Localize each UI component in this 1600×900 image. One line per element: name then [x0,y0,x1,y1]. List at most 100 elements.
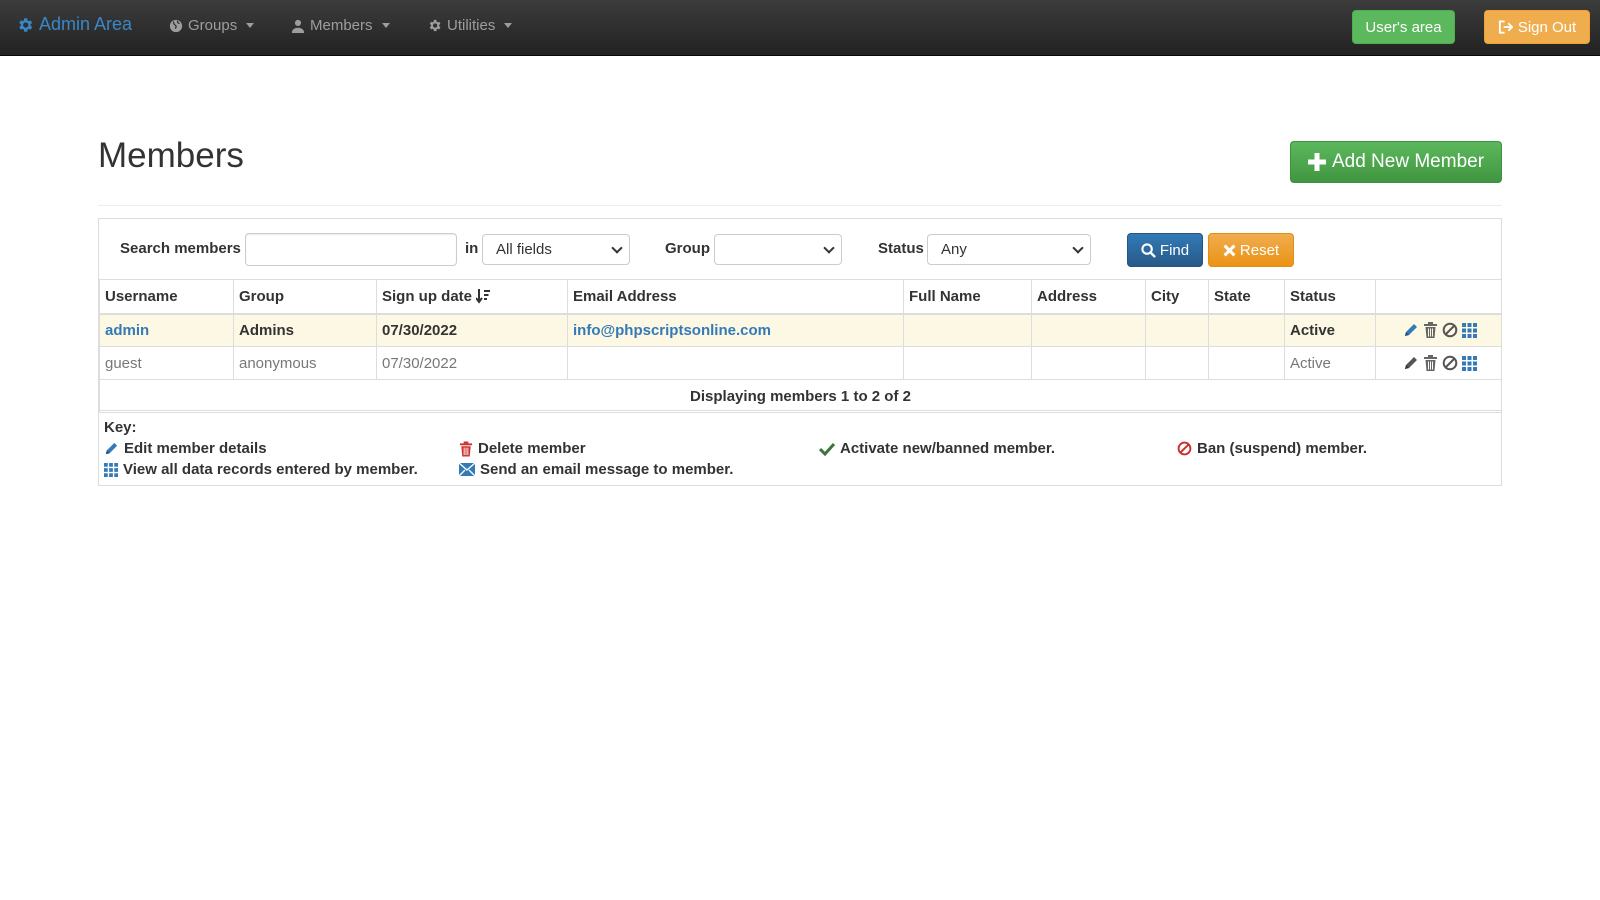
status-select[interactable]: Any [927,234,1091,265]
log-out-icon [1498,20,1513,34]
cell-state [1208,346,1285,380]
grid-icon [104,462,118,477]
status-select-value: Any [941,241,967,258]
trash-icon[interactable] [1423,355,1438,371]
column-header-username[interactable]: Username [99,279,234,315]
cell-status: Active [1284,313,1376,347]
members-table: Username Group Sign up date Email Addres… [99,279,1502,413]
key-delete-label: Delete member [478,440,586,457]
cell-group: Admins [233,313,377,347]
sign-out-label: Sign Out [1517,18,1577,36]
nav-groups-dropdown[interactable]: Groups [169,17,255,34]
cell-actions [1375,346,1502,380]
column-header-signup-date[interactable]: Sign up date [376,279,568,315]
user-icon [291,19,305,33]
chevron-down-icon [1072,242,1084,254]
column-header-state[interactable]: State [1208,279,1285,315]
group-label: Group [665,240,710,257]
pencil-icon[interactable] [1403,355,1419,371]
users-area-button[interactable]: User's area [1352,10,1455,44]
column-header-group[interactable]: Group [233,279,377,315]
add-new-member-button[interactable]: Add New Member [1290,141,1502,183]
column-header-city[interactable]: City [1145,279,1209,315]
search-bar: Search members in All fields Group Statu… [99,219,1501,279]
cog-icon [427,18,442,33]
email-link[interactable]: info@phpscriptsonline.com [573,322,771,339]
add-new-member-label: Add New Member [1331,151,1485,172]
users-area-label: User's area [1365,18,1442,36]
cell-full-name [903,346,1032,380]
icon-key-legend: Key: Edit member details Delete member A… [99,410,1501,485]
ban-icon [1177,441,1192,456]
top-navbar: Admin Area Groups Members Utilities User… [0,0,1600,56]
cell-signup-date: 07/30/2022 [376,313,568,347]
close-icon [1223,244,1236,257]
members-panel: Search members in All fields Group Statu… [98,218,1502,486]
pencil-icon [104,441,119,456]
reset-button[interactable]: Reset [1208,233,1294,267]
cell-city [1145,313,1209,347]
sort-descending-icon [476,288,490,304]
key-view-label: View all data records entered by member. [123,461,418,478]
column-header-full-name[interactable]: Full Name [903,279,1032,315]
cell-full-name [903,313,1032,347]
key-edit-label: Edit member details [124,440,267,457]
column-header-email[interactable]: Email Address [567,279,904,315]
key-email-label: Send an email message to member. [480,461,734,478]
username-link[interactable]: admin [105,322,149,339]
key-ban-label: Ban (suspend) member. [1197,440,1368,457]
cell-address [1031,346,1146,380]
key-activate: Activate new/banned member. [819,440,1055,457]
cell-username[interactable]: guest [99,346,234,380]
table-row: admin Admins 07/30/2022 info@phpscriptso… [99,313,1502,347]
chevron-down-icon [611,242,623,254]
cell-email: info@phpscriptsonline.com [567,313,904,347]
key-view-records: View all data records entered by member. [104,461,418,478]
nav-groups-label: Groups [188,17,238,34]
caret-down-icon [504,23,513,28]
cell-city [1145,346,1209,380]
sign-out-button[interactable]: Sign Out [1484,10,1590,44]
envelope-icon [459,463,475,476]
page-title: Members [98,136,244,175]
cell-address [1031,313,1146,347]
table-header-row: Username Group Sign up date Email Addres… [99,279,1502,315]
status-label: Status [878,240,924,257]
search-field-select[interactable]: All fields [482,234,630,265]
search-members-label: Search members [120,240,241,257]
brand-link[interactable]: Admin Area [16,14,132,35]
cell-group: anonymous [233,346,377,380]
nav-members-label: Members [310,17,373,34]
gear-icon [16,16,34,34]
key-edit: Edit member details [104,440,267,457]
nav-utilities-label: Utilities [447,17,496,34]
column-header-status[interactable]: Status [1284,279,1376,315]
cell-signup-date: 07/30/2022 [376,346,568,380]
nav-utilities-dropdown[interactable]: Utilities [427,17,513,34]
in-label: in [465,240,479,257]
search-input[interactable] [245,233,457,266]
trash-icon [459,441,473,457]
column-header-address[interactable]: Address [1031,279,1146,315]
cell-email [567,346,904,380]
column-header-actions [1375,279,1502,315]
cell-status: Active [1284,346,1376,380]
key-title: Key: [104,419,137,436]
ban-icon[interactable] [1442,355,1458,371]
group-select[interactable] [714,234,842,265]
search-icon [1141,242,1156,258]
nav-members-dropdown[interactable]: Members [291,17,390,34]
pencil-icon[interactable] [1403,322,1419,338]
key-email: Send an email message to member. [459,461,733,478]
signup-date-label: Sign up date [382,287,472,305]
grid-icon[interactable] [1462,322,1477,338]
table-footer-row: Displaying members 1 to 2 of 2 [99,379,1502,413]
ban-icon[interactable] [1442,322,1458,338]
find-button[interactable]: Find [1127,233,1203,267]
trash-icon[interactable] [1423,322,1438,339]
grid-icon[interactable] [1462,355,1477,371]
plus-icon [1307,153,1326,171]
header-divider [98,205,1502,206]
search-field-value: All fields [496,241,552,258]
checkmark-icon [819,442,835,456]
